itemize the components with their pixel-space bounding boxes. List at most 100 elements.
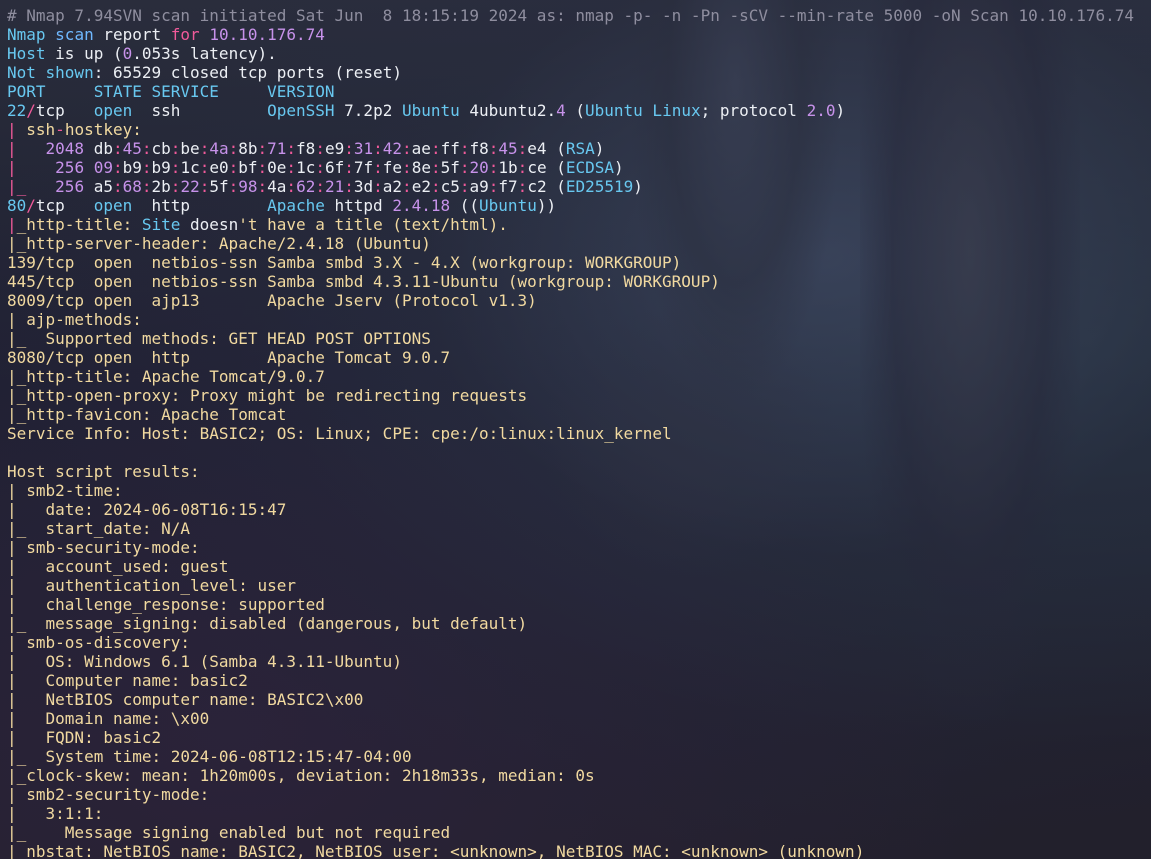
terminal-line: |_ Supported methods: GET HEAD POST OPTI… — [7, 329, 1151, 348]
terminal-text: 0e — [267, 158, 287, 177]
terminal-text: : — [141, 158, 152, 177]
terminal-text: a2 — [382, 177, 403, 196]
terminal-line: |_ message_signing: disabled (dangerous,… — [7, 614, 1151, 633]
terminal-text: |_ — [7, 177, 56, 196]
terminal-text: | — [7, 139, 46, 158]
terminal-line: 445/tcp open netbios-ssn Samba smbd 4.3.… — [7, 272, 1151, 291]
terminal-line: | smb-os-discovery: — [7, 633, 1151, 652]
terminal-line: 139/tcp open netbios-ssn Samba smbd 3.X … — [7, 253, 1151, 272]
terminal-text: : — [170, 177, 181, 196]
terminal-text: : — [199, 139, 210, 158]
terminal-text: 2.4.18 — [392, 196, 451, 215]
terminal-line: | NetBIOS computer name: BASIC2\x00 — [7, 690, 1151, 709]
terminal-text: a5 — [84, 177, 113, 196]
terminal-text: ( — [546, 177, 566, 196]
terminal-line: |_http-favicon: Apache Tomcat — [7, 405, 1151, 424]
terminal-text: be — [180, 139, 200, 158]
terminal-text: 4a — [209, 139, 229, 158]
terminal-text: | smb-os-discovery: — [7, 633, 191, 652]
terminal-text: open — [93, 196, 133, 215]
terminal-line: Host is up (0.053s latency). — [7, 44, 1151, 63]
terminal-text: 98 — [238, 177, 258, 196]
terminal-text: |_ System time: 2024-06-08T12:15:47-04:0… — [7, 747, 412, 766]
terminal-text: : — [286, 139, 297, 158]
terminal-line: |_clock-skew: mean: 1h20m00s, deviation:… — [7, 766, 1151, 785]
terminal-text: hostkey: — [64, 120, 142, 139]
terminal-text: : — [488, 139, 499, 158]
terminal-text: b9 — [122, 158, 142, 177]
terminal-text: : — [257, 158, 268, 177]
terminal-text: : — [141, 139, 152, 158]
terminal-text: open — [93, 101, 133, 120]
terminal-line: Not shown: 65529 closed tcp ports (reset… — [7, 63, 1151, 82]
terminal-text: | 3:1:1: — [7, 804, 104, 823]
terminal-line: PORT STATE SERVICE VERSION — [7, 82, 1151, 101]
terminal-line: |_http-open-proxy: Proxy might be redire… — [7, 386, 1151, 405]
terminal-text: | smb2-time: — [7, 481, 123, 500]
terminal-line: |_ System time: 2024-06-08T12:15:47-04:0… — [7, 747, 1151, 766]
terminal-text: | — [7, 215, 17, 234]
terminal-text: e0 — [209, 158, 229, 177]
terminal-text: | smb2-security-mode: — [7, 785, 210, 804]
terminal-text: : 65529 closed tcp ports (reset) — [93, 63, 402, 82]
terminal-text: 5f — [209, 177, 229, 196]
terminal-text: Not shown — [7, 63, 94, 82]
terminal-text: 8080/tcp open http Apache Tomcat 9.0.7 — [7, 348, 451, 367]
terminal-text: : — [257, 139, 268, 158]
terminal-text: : — [286, 177, 297, 196]
terminal-text: : — [373, 177, 383, 196]
terminal-text: ED25519 — [565, 177, 634, 196]
terminal-text: : — [459, 177, 470, 196]
terminal-text: 09 — [93, 158, 113, 177]
terminal-text: 68 — [122, 177, 142, 196]
terminal-text: 7.2p2 — [334, 101, 402, 120]
terminal-text: f7 — [498, 177, 518, 196]
terminal-text: : — [228, 177, 239, 196]
terminal-line: | OS: Windows 6.1 (Samba 4.3.11-Ubuntu) — [7, 652, 1151, 671]
terminal-text: : — [402, 177, 412, 196]
terminal-text: 45 — [498, 139, 518, 158]
terminal-line: | Computer name: basic2 — [7, 671, 1151, 690]
terminal-text: 256 — [55, 158, 85, 177]
terminal-text: is up ( — [45, 44, 123, 63]
terminal-text: | ajp-methods: — [7, 310, 142, 329]
terminal-text: | NetBIOS computer name: BASIC2\x00 — [7, 690, 364, 709]
terminal-line: | FQDN: basic2 — [7, 728, 1151, 747]
terminal-text: PORT STATE SERVICE VERSION — [7, 82, 335, 101]
terminal-text: e2 — [411, 177, 431, 196]
terminal-text: Service Info: Host: BASIC2; OS: Linux; C… — [7, 424, 672, 443]
terminal-text: |_ start_date: N/A — [7, 519, 191, 538]
terminal-text: 1c — [180, 158, 200, 177]
terminal-text: | account_used: guest — [7, 557, 229, 576]
terminal-line: | Domain name: \x00 — [7, 709, 1151, 728]
terminal-text: | smb-security-mode: — [7, 538, 200, 557]
terminal-line: | smb2-security-mode: — [7, 785, 1151, 804]
terminal-text: 80 — [7, 196, 27, 215]
terminal-text: | FQDN: basic2 — [7, 728, 162, 747]
terminal-line: # Nmap 7.94SVN scan initiated Sat Jun 8 … — [7, 6, 1151, 25]
terminal-text: | date: 2024-06-08T16:15:47 — [7, 500, 287, 519]
terminal-text: ; protocol — [700, 101, 807, 120]
terminal-text: : — [517, 158, 528, 177]
terminal-text: ECDSA — [565, 158, 615, 177]
terminal-text: 4 — [556, 101, 566, 120]
terminal-text: bf — [238, 158, 258, 177]
terminal-text: : — [315, 158, 325, 177]
terminal-text: report — [93, 25, 171, 44]
terminal-text: f8 — [296, 139, 316, 158]
terminal-output[interactable]: # Nmap 7.94SVN scan initiated Sat Jun 8 … — [7, 6, 1151, 859]
terminal-text: 45 — [122, 139, 142, 158]
terminal-text: / — [26, 101, 36, 120]
terminal-text: http — [132, 196, 268, 215]
terminal-text: |_http-favicon: Apache Tomcat — [7, 405, 287, 424]
terminal-text: : — [430, 139, 441, 158]
terminal-text: fe — [382, 158, 403, 177]
terminal-text: 0 — [122, 44, 133, 63]
terminal-text: : — [315, 139, 325, 158]
terminal-text: Host script results: — [7, 462, 200, 481]
terminal-text: : — [170, 158, 181, 177]
terminal-line: | ajp-methods: — [7, 310, 1151, 329]
